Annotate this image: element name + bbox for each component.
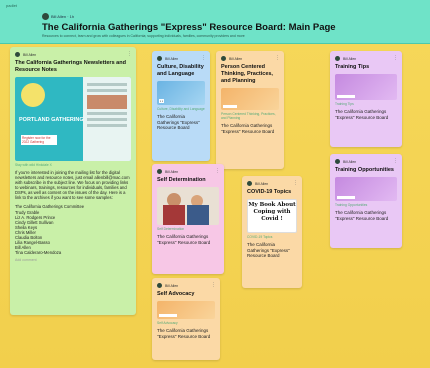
padlet-badge [337,95,355,98]
card-header: Bill Allen [157,168,219,175]
avatar [247,181,252,186]
avatar [335,56,340,61]
photo-thumbnail[interactable] [157,187,219,225]
link-caption: COVID-19 Topics [247,235,273,239]
more-options-icon[interactable]: ⋮ [211,282,216,288]
link-thumbnail[interactable] [221,88,279,110]
card-header: Bill Allen [221,55,279,62]
link-title[interactable]: The California Gatherings "Express" Reso… [157,234,219,245]
link-caption: Self Determination [157,227,185,231]
more-options-icon[interactable]: ⋮ [127,51,132,57]
card-title: Self Determination [157,177,206,183]
card-author: Bill Allen [343,56,357,61]
card-author: Bill Allen [165,56,179,61]
link-title[interactable]: The California Gatherings "Express" Reso… [221,123,279,134]
newsletter-page-preview [83,77,131,161]
committee-heading: The California Gatherings Committee [15,204,85,209]
card-meta: Stay with wild Hinkdale X [15,163,52,167]
card-author: Bill Allen [165,169,179,174]
more-options-icon[interactable]: ⋮ [393,158,398,164]
logo-icon [21,83,45,107]
book-thumbnail[interactable]: My Book About Coping with Covid ! [247,199,297,233]
card-covid-topics[interactable]: ⋮ Bill Allen COVID-19 Topics My Book Abo… [242,176,302,288]
page-title: The California Gatherings "Express" Reso… [42,22,336,33]
card-title: COVID-19 Topics [247,189,292,195]
link-title[interactable]: The California Gatherings "Express" Reso… [335,210,397,221]
link-caption: Training Opportunities [335,203,368,207]
card-author: Bill Allen [229,56,243,61]
link-thumbnail[interactable] [157,301,215,319]
link-title[interactable]: The California Gatherings "Express" Reso… [247,242,297,259]
avatar [221,56,226,61]
padlet-badge [223,105,237,108]
card-person-centered[interactable]: ⋮ Bill Allen Person Centered Thinking, P… [216,51,284,169]
link-thumbnail[interactable] [335,177,397,201]
avatar [42,13,49,20]
card-title: Person Centered Thinking, Practices, and… [221,64,273,84]
card-author: Bill Allen [255,181,269,186]
list-item: Tina Calderaro-Mendoza [15,250,62,255]
card-body: If you're interested in joining the mail… [15,170,130,200]
padlet-badge [337,196,355,199]
avatar [15,52,20,57]
card-title: The California Gatherings Newsletters an… [15,60,126,73]
card-author: Bill Allen [343,159,357,164]
more-options-icon[interactable]: ⋮ [275,55,280,61]
more-options-icon[interactable]: ⋮ [201,55,206,61]
card-self-determination[interactable]: ⋮ Bill Allen Self Determination Self Det… [152,164,224,274]
app-tag[interactable]: padlet [6,3,17,8]
card-title: Culture, Disability and Language [157,64,204,77]
more-options-icon[interactable]: ⋮ [293,180,298,186]
card-header: Bill Allen [15,51,131,58]
committee-member-list: Trudy Grable Liz A. Rodgers Prince Cindy… [15,210,131,255]
newsletter-image-title: PORTLAND GATHERING [19,117,84,123]
padlet-badge [159,314,177,317]
person-photo [187,205,209,225]
add-comment-button[interactable]: Add comment [15,258,131,262]
card-header: Bill Allen [335,55,397,62]
avatar [335,159,340,164]
more-options-icon[interactable]: ⋮ [215,168,220,174]
board-author: Bill Allen · 1h [51,14,75,19]
newsletter-image-subtitle: Register now for the 2022 Gathering [21,135,57,145]
card-title: Training Tips [335,64,370,70]
link-title[interactable]: The California Gatherings "Express" Reso… [335,109,397,120]
link-caption: Culture, Disability and Language [157,107,205,111]
board-header: padlet Bill Allen · 1h The California Ga… [0,0,430,44]
book-cover-title: My Book About Coping with Covid ! [248,202,296,222]
link-thumbnail[interactable]: ▪ ▪ [157,81,205,105]
card-author: Bill Allen [23,52,37,57]
card-title: Self Advocacy [157,291,195,297]
link-title[interactable]: The California Gatherings "Express" Reso… [157,328,215,339]
card-training-opportunities[interactable]: ⋮ Bill Allen Training Opportunities Trai… [330,154,402,248]
board-description: Resources to connect, learn and grow wit… [42,34,245,38]
person-photo [163,205,185,225]
more-options-icon[interactable]: ⋮ [393,55,398,61]
card-newsletter[interactable]: ⋮ Bill Allen The California Gatherings N… [10,47,136,315]
avatar [157,169,162,174]
link-caption: Training Tips [335,102,354,106]
card-author: Bill Allen [165,283,179,288]
padlet-badge: ▪ ▪ [159,99,164,103]
card-header: Bill Allen [157,282,215,289]
card-header: Bill Allen [157,55,205,62]
link-title[interactable]: The California Gatherings "Express" Reso… [157,114,205,131]
card-header: Bill Allen [247,180,297,187]
card-title: Training Opportunities [335,167,394,173]
card-culture-disability-language[interactable]: ⋮ Bill Allen Culture, Disability and Lan… [152,51,210,161]
card-header: Bill Allen [335,158,397,165]
link-thumbnail[interactable] [335,74,397,100]
card-self-advocacy[interactable]: ⋮ Bill Allen Self Advocacy Self Advocacy… [152,278,220,360]
newsletter-thumbnail[interactable]: PORTLAND GATHERING Register now for the … [15,77,131,161]
card-training-tips[interactable]: ⋮ Bill Allen Training Tips Training Tips… [330,51,402,147]
link-caption: Person Centered Thinking, Practices, and… [221,112,276,120]
avatar [157,56,162,61]
link-caption: Self Advocacy [157,321,178,325]
avatar [157,283,162,288]
